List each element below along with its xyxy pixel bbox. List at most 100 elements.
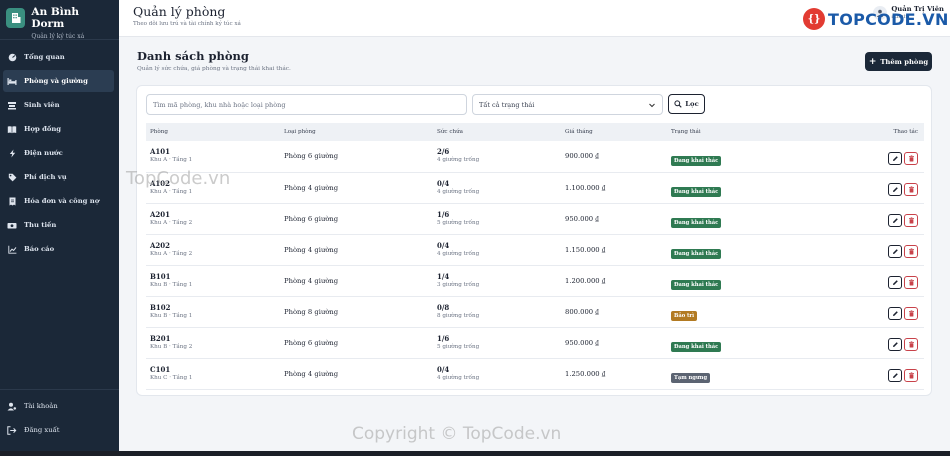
trash-icon [908,279,915,286]
sidebar-item-label: Báo cáo [24,245,55,253]
sidebar-item-logout[interactable]: Đăng xuất [3,419,114,441]
sidebar-item-label: Phí dịch vụ [24,173,67,181]
edit-button[interactable] [888,183,902,196]
header-type: Loại phòng [284,129,316,135]
delete-button[interactable] [904,245,918,258]
section-title: Danh sách phòng [137,49,249,63]
cell-room-type: Phòng 8 giường [284,307,339,316]
cell-price: 1.100.000 ₫ [565,183,606,192]
pencil-icon [892,155,899,162]
edit-button[interactable] [888,338,902,351]
beds-free: 4 giường trống [437,374,480,381]
cell-capacity: 0/8 8 giường trống [433,296,561,327]
header-status: Trạng thái [671,129,701,135]
cell-price: 1.250.000 ₫ [565,369,606,378]
cell-price: 950.000 ₫ [565,338,599,347]
beds-free: 5 giường trống [437,343,480,350]
beds-free: 4 giường trống [437,250,480,257]
delete-button[interactable] [904,338,918,351]
edit-button[interactable] [888,214,902,227]
edit-button[interactable] [888,276,902,289]
table-row[interactable]: A101 Khu A · Tầng 1 Phòng 6 giường 2/6 4 giư… [146,141,924,172]
sidebar-item-label: Đăng xuất [24,426,60,434]
chart-icon [6,244,18,254]
page-subtitle: Theo dõi lưu trú và tài chính ký túc xá [133,21,241,27]
delete-button[interactable] [904,307,918,320]
trash-icon [908,310,915,317]
header-actions: Thao tác [893,129,918,135]
table-row[interactable]: B101 Khu B · Tầng 1 Phòng 4 giường 1/4 3 giư… [146,265,924,296]
sidebar-item-account[interactable]: Tài khoản [3,395,114,417]
plus-icon: + [868,56,877,67]
table-row[interactable]: A201 Khu A · Tầng 2 Phòng 6 giường 1/6 5 giư… [146,203,924,234]
logout-icon [6,425,18,435]
table-row[interactable]: C101 Khu C · Tầng 1 Phòng 4 giường 0/4 4 giư… [146,358,924,389]
sidebar-item-label: Phòng và giường [24,77,88,85]
dashboard-icon [6,52,18,62]
edit-button[interactable] [888,245,902,258]
watermark-logo: {} TOPCODE.VN [803,8,949,30]
edit-button[interactable] [888,151,902,165]
room-location: Khu B · Tầng 1 [150,281,193,288]
table-row[interactable]: B201 Khu B · Tầng 2 Phòng 6 giường 1/6 5 giư… [146,327,924,358]
table-row[interactable]: A202 Khu A · Tầng 2 Phòng 4 giường 0/4 4 giư… [146,234,924,265]
status-badge: Đang khai thác [671,249,722,259]
room-code: A102 [150,178,171,188]
header-price: Giá tháng [565,129,593,135]
pencil-icon [892,217,899,224]
cell-room: A102 Khu A · Tầng 1 [146,172,280,203]
trash-icon [908,248,915,255]
pencil-icon [892,310,899,317]
rooms-card: Tất cả trạng thái Lọc Phòng Loại phòng S… [136,85,932,396]
sidebar-item-3[interactable]: Hợp đồng [3,118,114,140]
cell-actions [807,358,924,389]
table-row[interactable]: A102 Khu A · Tầng 1 Phòng 4 giường 0/4 4 giư… [146,172,924,203]
sidebar-item-8[interactable]: Báo cáo [3,238,114,260]
sidebar-bottom: Tài khoản Đăng xuất [0,389,119,443]
cell-room: B201 Khu B · Tầng 2 [146,327,280,358]
filter-label: Lọc [685,100,699,108]
delete-button[interactable] [904,183,918,196]
room-code: A101 [150,147,171,157]
delete-button[interactable] [904,276,918,289]
room-code: C101 [150,364,171,374]
sidebar-item-0[interactable]: Tổng quan [3,46,114,68]
cell-actions [807,203,924,234]
sidebar-item-2[interactable]: Sinh viên [3,94,114,116]
room-location: Khu C · Tầng 1 [150,374,193,381]
brand[interactable]: An Bình Dorm Quản lý ký túc xá [0,0,119,40]
sidebar-item-label: Thu tiền [24,221,57,229]
contract-icon [6,124,18,134]
sidebar-item-7[interactable]: Thu tiền [3,214,114,236]
topcode-logo-icon: {} [803,8,825,30]
sidebar-item-label: Tổng quan [24,53,65,61]
table-row[interactable]: B102 Khu B · Tầng 1 Phòng 8 giường 0/8 8 giư… [146,296,924,327]
sidebar-item-1[interactable]: Phòng và giường [3,70,114,92]
capacity-value: 0/4 [437,240,450,250]
sidebar-item-6[interactable]: Hóa đơn và công nợ [3,190,114,212]
cell-capacity: 0/4 4 giường trống [433,358,561,389]
trash-icon [908,341,915,348]
filter-button[interactable]: Lọc [668,94,705,114]
delete-button[interactable] [904,151,918,165]
sidebar-item-label: Hợp đồng [24,125,62,133]
search-input[interactable] [146,94,467,115]
cell-room-type: Phòng 4 giường [284,276,339,285]
delete-button[interactable] [904,214,918,227]
status-badge: Đang khai thác [671,342,722,352]
sidebar-item-5[interactable]: Phí dịch vụ [3,166,114,188]
cell-actions [807,296,924,327]
watermark-logo-text: TOPCODE.VN [828,9,949,29]
sidebar-nav: Tổng quan Phòng và giường Sinh viên Hợp đồn… [0,46,119,260]
brand-subtitle: Quản lý ký túc xá [31,33,85,40]
add-room-button[interactable]: + Thêm phòng [865,52,932,71]
room-code: B101 [150,271,171,281]
sidebar-item-4[interactable]: Điện nước [3,142,114,164]
edit-button[interactable] [888,369,902,382]
cell-actions [807,234,924,265]
status-select[interactable]: Tất cả trạng thái [472,94,663,115]
beds-free: 4 giường trống [437,157,480,164]
cell-capacity: 1/6 5 giường trống [433,203,561,234]
edit-button[interactable] [888,307,902,320]
delete-button[interactable] [904,369,918,382]
